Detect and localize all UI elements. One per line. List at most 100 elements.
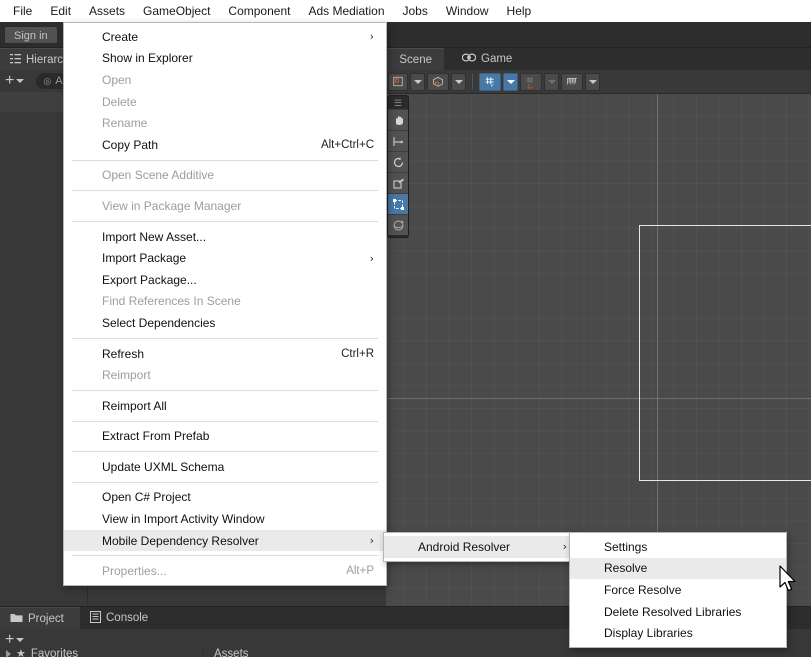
menu-item-resolve[interactable]: Resolve — [570, 558, 786, 580]
svg-text:Y: Y — [490, 82, 494, 88]
menu-item-export-package[interactable]: Export Package... — [64, 269, 386, 291]
menu-item-label: Android Resolver — [418, 540, 510, 554]
menubar-item-gameobject[interactable]: GameObject — [134, 1, 219, 21]
console-icon — [90, 611, 101, 626]
menu-item-delete-resolved-libraries[interactable]: Delete Resolved Libraries — [570, 601, 786, 623]
menubar-item-assets[interactable]: Assets — [80, 1, 134, 21]
scene-2d-3d-chevron-down-icon[interactable] — [451, 73, 466, 91]
chevron-right-icon: › — [346, 252, 374, 265]
scene-visibility-button[interactable] — [561, 73, 583, 91]
menu-item-delete: Delete — [64, 91, 386, 113]
menu-item-view-in-import-activity-window[interactable]: View in Import Activity Window — [64, 508, 386, 530]
add-gameobject-icon[interactable]: + — [5, 73, 14, 89]
menu-separator — [72, 555, 378, 556]
unity-editor-window: Hierarchy + ◎ All — [0, 0, 811, 657]
scene-tools-palette[interactable]: ☰ — [387, 95, 409, 238]
menu-item-show-in-explorer[interactable]: Show in Explorer — [64, 48, 386, 70]
rotate-tool-icon[interactable] — [388, 151, 408, 172]
hierarchy-icon — [10, 53, 21, 67]
menu-item-import-new-asset[interactable]: Import New Asset... — [64, 226, 386, 248]
menu-item-label: Display Libraries — [604, 626, 693, 640]
menubar: File Edit Assets GameObject Component Ad… — [0, 0, 811, 22]
menu-item-extract-from-prefab[interactable]: Extract From Prefab — [64, 426, 386, 448]
transform-tool-icon[interactable] — [388, 214, 408, 235]
project-body: ★ Favorites Assets — [0, 650, 811, 657]
chevron-right-icon: › — [346, 534, 374, 547]
menu-separator — [72, 338, 378, 339]
grid-snapping-toggle[interactable]: Y — [479, 73, 501, 91]
scene-2d-3d-button[interactable] — [427, 73, 449, 91]
tab-game[interactable]: Game — [452, 48, 536, 70]
project-content-column[interactable]: Assets — [204, 650, 811, 657]
menu-item-open-scene-additive: Open Scene Additive — [64, 165, 386, 187]
scene-camera-mode-button[interactable] — [388, 73, 408, 91]
menu-item-label: Update UXML Schema — [102, 460, 224, 474]
menu-item-label: Force Resolve — [604, 583, 681, 597]
menu-separator — [72, 190, 378, 191]
tab-console[interactable]: Console — [80, 607, 170, 629]
menu-item-android-resolver[interactable]: Android Resolver› — [384, 536, 579, 558]
menu-item-label: View in Import Activity Window — [102, 512, 265, 526]
menu-item-create[interactable]: Create› — [64, 26, 386, 48]
menu-item-update-uxml-schema[interactable]: Update UXML Schema — [64, 456, 386, 478]
tab-console-label: Console — [106, 612, 148, 624]
menu-item-view-in-package-manager: View in Package Manager — [64, 195, 386, 217]
favorites-label: Favorites — [31, 648, 78, 660]
menubar-item-window[interactable]: Window — [437, 1, 498, 21]
menubar-item-edit[interactable]: Edit — [41, 1, 80, 21]
menu-item-reimport-all[interactable]: Reimport All — [64, 395, 386, 417]
hand-tool-icon[interactable] — [388, 109, 408, 130]
menu-item-import-package[interactable]: Import Package› — [64, 247, 386, 269]
add-gameobject-chevron-down-icon[interactable] — [16, 79, 24, 83]
menubar-item-ads-mediation[interactable]: Ads Mediation — [299, 1, 393, 21]
menu-item-label: Open Scene Additive — [102, 168, 214, 182]
scale-tool-icon[interactable] — [388, 172, 408, 193]
rect-tool-icon[interactable] — [388, 193, 408, 214]
menu-item-rename: Rename — [64, 112, 386, 134]
grid-snap-magnet-button[interactable] — [520, 73, 542, 91]
menu-separator — [72, 221, 378, 222]
android-resolver-submenu[interactable]: SettingsResolve Force Resolve Delete Resol… — [569, 532, 787, 648]
chevron-right-icon: › — [346, 30, 374, 43]
menu-item-force-resolve[interactable]: Force Resolve — [570, 579, 786, 601]
project-tree-column[interactable]: ★ Favorites — [0, 650, 204, 657]
menubar-item-component[interactable]: Component — [219, 1, 299, 21]
scene-panel: Scene Game — [386, 48, 811, 606]
project-create-chevron-down-icon[interactable] — [16, 638, 24, 642]
grid-snapping-chevron-down-icon[interactable] — [503, 73, 518, 91]
assets-dropdown-menu[interactable]: Create›Show in ExplorerOpenDeleteRenameC… — [63, 22, 387, 586]
scene-camera-mode-chevron-down-icon[interactable] — [410, 73, 425, 91]
tab-scene[interactable]: Scene — [386, 48, 444, 70]
menu-item-shortcut: Ctrl+R — [313, 348, 374, 360]
menu-item-label: Refresh — [102, 347, 144, 361]
mobile-dependency-resolver-submenu[interactable]: Android Resolver› — [383, 532, 580, 562]
scene-tabbar: Scene Game — [386, 48, 811, 70]
tab-project-label: Project — [28, 613, 64, 625]
folder-icon — [10, 612, 23, 626]
menubar-item-jobs[interactable]: Jobs — [394, 1, 437, 21]
grid-snap-magnet-chevron-down-icon[interactable] — [544, 73, 559, 91]
sign-in-button[interactable]: Sign in — [4, 26, 58, 44]
menubar-item-file[interactable]: File — [4, 1, 41, 21]
scene-viewport[interactable] — [386, 94, 811, 606]
menu-item-open-c-project[interactable]: Open C# Project — [64, 487, 386, 509]
move-tool-icon[interactable] — [388, 130, 408, 151]
menu-item-refresh[interactable]: Refresh Ctrl+R — [64, 343, 386, 365]
menubar-item-help[interactable]: Help — [498, 1, 541, 21]
project-create-icon[interactable]: + — [5, 632, 14, 648]
scene-canvas-bounds[interactable] — [639, 225, 811, 481]
menu-item-select-dependencies[interactable]: Select Dependencies — [64, 312, 386, 334]
favorites-foldout-icon[interactable] — [6, 650, 11, 658]
menu-item-copy-path[interactable]: Copy PathAlt+Ctrl+C — [64, 134, 386, 156]
menu-item-label: View in Package Manager — [102, 199, 241, 213]
menu-separator — [72, 421, 378, 422]
menu-item-display-libraries[interactable]: Display Libraries — [570, 622, 786, 644]
scene-tools-drag-handle[interactable]: ☰ — [388, 98, 408, 109]
tab-project[interactable]: Project — [0, 607, 80, 629]
scene-visibility-chevron-down-icon[interactable] — [585, 73, 600, 91]
menu-item-label: Properties... — [102, 564, 167, 578]
menu-item-label: Import New Asset... — [102, 230, 206, 244]
menu-item-settings[interactable]: Settings — [570, 536, 786, 558]
menu-item-mobile-dependency-resolver[interactable]: Mobile Dependency Resolver› — [64, 530, 386, 552]
menu-item-label: Rename — [102, 116, 147, 130]
